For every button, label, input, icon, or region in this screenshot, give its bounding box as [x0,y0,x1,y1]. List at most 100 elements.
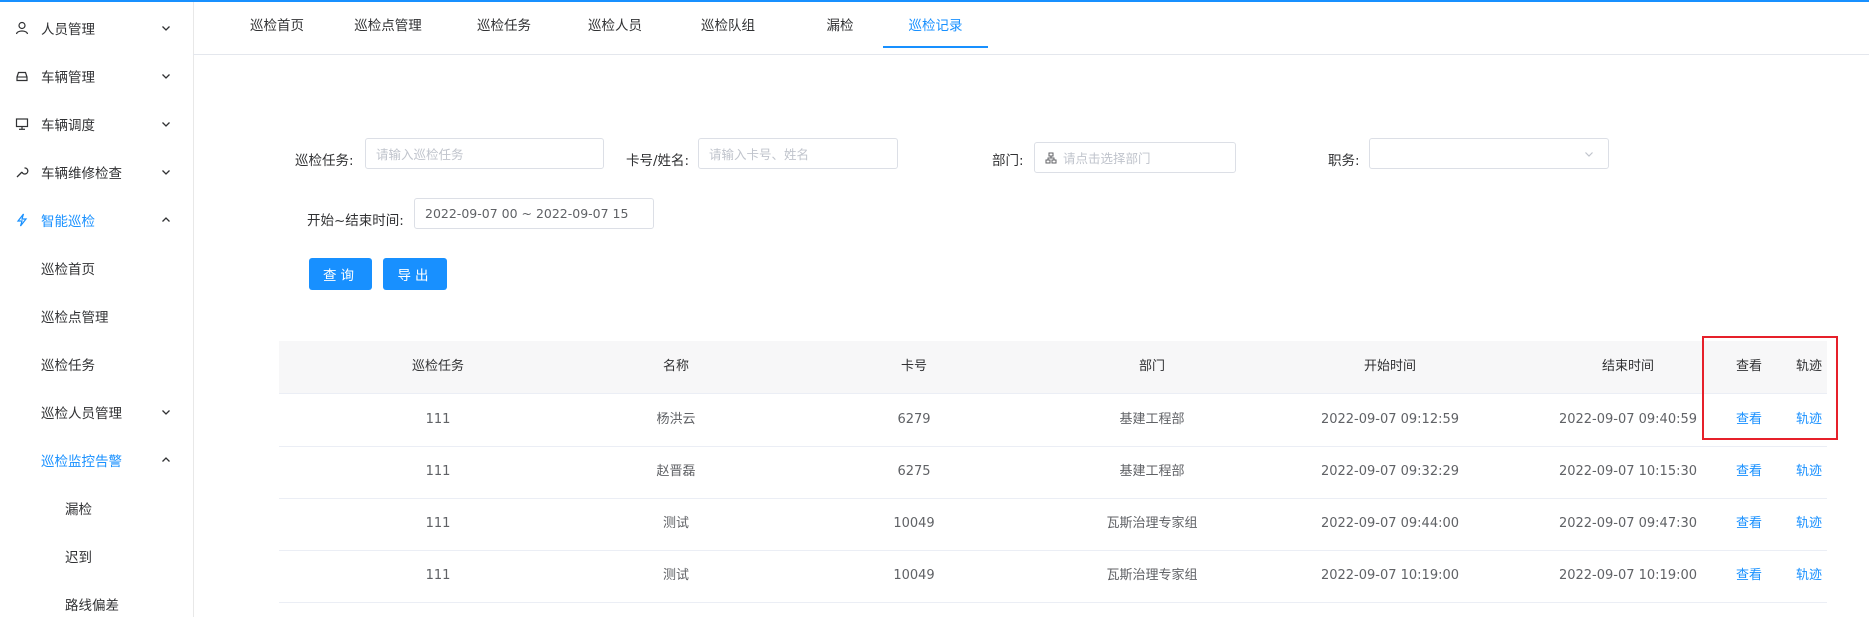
sidebar-item-patrol-points[interactable]: 巡检点管理 [0,292,193,340]
user-icon [15,21,29,35]
sidebar-item-label: 巡检点管理 [41,310,109,326]
table-row: 111 赵晋磊 6275 基建工程部 2022-09-07 09:32:29 2… [279,446,1827,499]
department-select[interactable]: 请点击选择部门 [1034,142,1236,173]
cell-start-time: 2022-09-07 09:32:29 [1320,464,1460,479]
car-icon [16,71,28,82]
export-button[interactable]: 导出 [383,258,447,290]
table-header: 巡检任务 名称 卡号 部门 开始时间 结束时间 查看 轨迹 [279,341,1827,394]
chevron-down-icon [162,122,170,127]
header-end-time: 结束时间 [1601,359,1654,374]
cell-start-time: 2022-09-07 09:12:59 [1320,412,1460,427]
sidebar-item-label: 人员管理 [41,22,95,38]
cell-name: 测试 [662,568,689,583]
sidebar-item-maintenance[interactable]: 车辆维修检查 [0,148,193,196]
tab-patrol-points[interactable]: 巡检点管理 [343,2,433,46]
track-link[interactable]: 轨迹 [1779,550,1839,602]
sidebar-item-label: 车辆调度 [41,118,95,134]
tab-patrol-staff[interactable]: 巡检人员 [580,2,650,46]
chevron-down-icon [162,74,170,79]
wrench-icon [16,167,29,178]
sidebar-item-patrol-staff[interactable]: 巡检人员管理 [0,388,193,436]
sidebar-item-smart-patrol[interactable]: 智能巡检 [0,196,193,244]
cell-department: 瓦斯治理专家组 [1106,568,1198,583]
cell-end-time: 2022-09-07 10:19:00 [1558,568,1698,583]
cell-name: 杨洪云 [656,412,696,427]
sidebar-item-dispatch[interactable]: 车辆调度 [0,100,193,148]
sidebar-item-label: 巡检监控告警 [41,454,122,470]
sidebar-item-missed[interactable]: 漏检 [0,484,193,532]
chevron-down-icon [162,410,170,415]
department-placeholder: 请点击选择部门 [1063,151,1151,166]
cell-end-time: 2022-09-07 09:40:59 [1558,412,1698,427]
sidebar-item-label: 车辆管理 [41,70,95,86]
sidebar-item-label: 车辆维修检查 [41,166,122,182]
chevron-down-icon [162,26,170,31]
track-link[interactable]: 轨迹 [1779,446,1839,498]
task-input[interactable]: 请输入巡检任务 [365,138,604,169]
position-select[interactable] [1369,138,1609,169]
monitor-icon [15,118,29,130]
sidebar-item-label: 巡检任务 [41,358,95,374]
chevron-down-icon [1585,152,1593,157]
table-row: 111 测试 10049 瓦斯治理专家组 2022-09-07 09:44:00… [279,498,1827,551]
sidebar-item-people[interactable]: 人员管理 [0,4,193,52]
tab-patrol-home[interactable]: 巡检首页 [237,2,317,46]
sidebar-item-patrol-home[interactable]: 巡检首页 [0,244,193,292]
chevron-down-icon [162,170,170,175]
tab-patrol-teams[interactable]: 巡检队组 [693,2,763,46]
track-link[interactable]: 轨迹 [1779,394,1839,446]
header-task: 巡检任务 [411,359,464,374]
cell-start-time: 2022-09-07 09:44:00 [1320,516,1460,531]
cell-task: 111 [425,412,451,427]
cell-task: 111 [425,516,451,531]
cell-end-time: 2022-09-07 10:15:30 [1558,464,1698,479]
cell-start-time: 2022-09-07 10:19:00 [1320,568,1460,583]
cell-card: 10049 [893,516,935,531]
chevron-up-icon [162,457,170,462]
header-view: 查看 [1735,359,1762,374]
cell-card: 10049 [893,568,935,583]
sidebar-item-late[interactable]: 迟到 [0,532,193,580]
chevron-up-icon [162,217,170,222]
sidebar-item-label: 迟到 [65,550,92,566]
view-link[interactable]: 查看 [1719,394,1779,446]
department-label: 部门: [992,153,1024,169]
card-name-label: 卡号/姓名: [626,153,690,169]
tab-missed[interactable]: 漏检 [815,2,865,46]
card-name-input[interactable]: 请输入卡号、姓名 [698,138,898,169]
sidebar-item-label: 巡检首页 [41,262,95,278]
cell-department: 基建工程部 [1119,464,1185,479]
cell-card: 6279 [897,412,931,427]
position-label: 职务: [1328,153,1360,169]
table-row: 111 杨洪云 6279 基建工程部 2022-09-07 09:12:59 2… [279,394,1827,447]
tab-patrol-records[interactable]: 巡检记录 [883,2,988,48]
header-department: 部门 [1138,359,1165,374]
track-link[interactable]: 轨迹 [1779,498,1839,550]
cell-department: 基建工程部 [1119,412,1185,427]
view-link[interactable]: 查看 [1719,498,1779,550]
cell-task: 111 [425,464,451,479]
view-link[interactable]: 查看 [1719,550,1779,602]
cell-end-time: 2022-09-07 09:47:30 [1558,516,1698,531]
view-link[interactable]: 查看 [1719,446,1779,498]
task-label: 巡检任务: [295,153,354,169]
sidebar: 人员管理 车辆管理 车辆调度 车辆维修检查 智能巡检 巡检首页 巡检点管理 巡检… [0,2,194,617]
time-range-label: 开始~结束时间: [307,213,404,229]
tab-patrol-tasks[interactable]: 巡检任务 [469,2,539,46]
query-button[interactable]: 查询 [309,258,372,290]
sidebar-item-label: 路线偏差 [65,598,119,614]
sidebar-item-label: 漏检 [65,502,92,518]
lightning-icon [16,213,28,227]
sidebar-item-patrol-alarm[interactable]: 巡检监控告警 [0,436,193,484]
header-track: 轨迹 [1795,359,1822,374]
cell-name: 测试 [662,516,689,531]
sidebar-item-route-deviation[interactable]: 路线偏差 [0,580,193,628]
time-range-input[interactable]: 2022-09-07 00 ~ 2022-09-07 15 [414,198,654,229]
cell-card: 6275 [897,464,931,479]
header-start-time: 开始时间 [1363,359,1416,374]
cell-task: 111 [425,568,451,583]
sidebar-item-patrol-tasks[interactable]: 巡检任务 [0,340,193,388]
sidebar-item-label: 智能巡检 [41,214,95,230]
sidebar-item-vehicles[interactable]: 车辆管理 [0,52,193,100]
sidebar-item-label: 巡检人员管理 [41,406,122,422]
